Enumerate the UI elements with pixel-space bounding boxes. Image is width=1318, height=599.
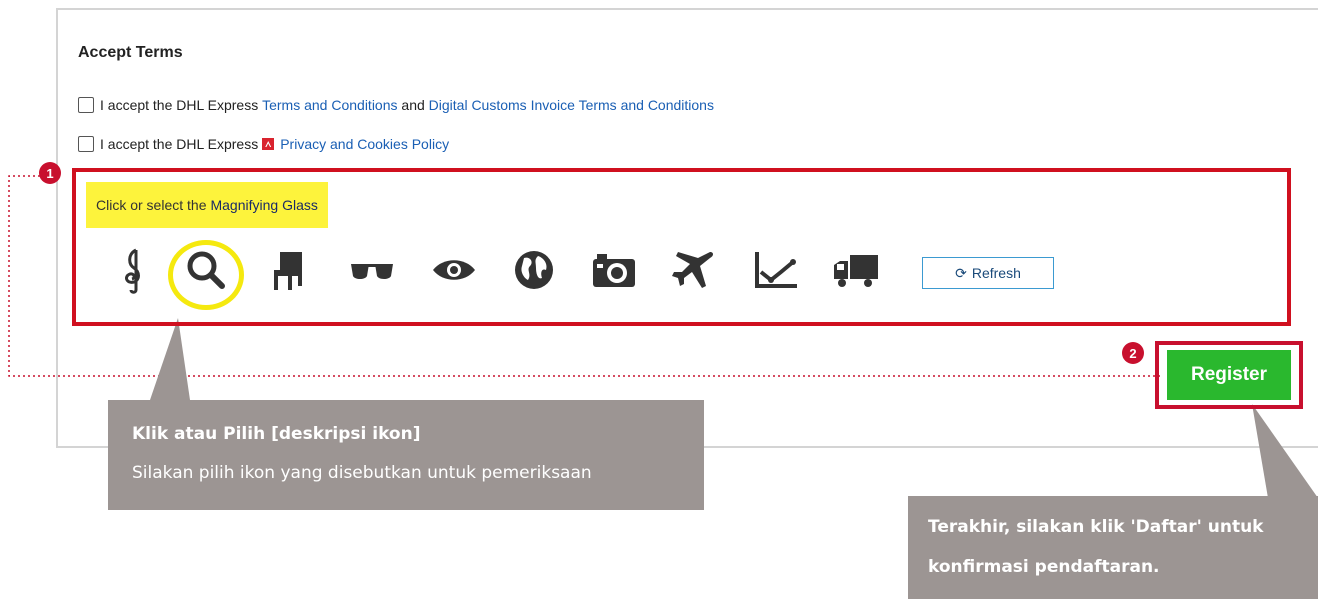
register-instruction-callout: Terakhir, silakan klik 'Daftar' untuk ko… [908,496,1318,599]
register-callout-line-2: konfirmasi pendaftaran. [928,557,1160,577]
captcha-prompt: Click or select the Magnifying Glass [86,182,328,228]
camera-icon[interactable] [590,246,638,294]
icon-instruction-callout: Klik atau Pilih [deskripsi ikon] Silakan… [108,400,704,510]
terms-row-1-middle: and [397,97,429,113]
magnifying-glass-icon[interactable] [182,246,230,294]
pdf-icon [262,138,275,150]
privacy-checkbox[interactable] [78,136,94,152]
airplane-icon[interactable] [670,246,718,294]
refresh-icon: ⟳ [955,264,967,281]
treble-clef-icon[interactable] [110,246,158,294]
step-badge-2: 2 [1122,342,1144,364]
refresh-label: Refresh [971,265,1021,281]
icon-callout-title: Klik atau Pilih [deskripsi ikon] [132,424,421,444]
terms-row-1: I accept the DHL Express Terms and Condi… [78,95,714,115]
sunglasses-icon[interactable] [348,246,396,294]
chair-icon[interactable] [264,246,312,294]
globe-icon[interactable] [510,246,558,294]
terms-checkbox[interactable] [78,97,94,113]
register-button[interactable]: Register [1167,350,1291,400]
refresh-button[interactable]: ⟳ Refresh [922,257,1054,289]
terms-row-1-prefix: I accept the DHL Express [100,97,263,113]
terms-and-conditions-link[interactable]: Terms and Conditions [262,97,397,113]
eye-icon[interactable] [430,246,478,294]
captcha-target-word: Magnifying Glass [210,197,318,213]
captcha-prompt-text: Click or select the [96,197,207,213]
step-badge-1: 1 [39,162,61,184]
register-callout-line-1: Terakhir, silakan klik 'Daftar' untuk [928,517,1264,537]
privacy-and-cookies-policy-link[interactable]: Privacy and Cookies Policy [280,136,449,152]
terms-row-2: I accept the DHL Express Privacy and Coo… [78,134,449,154]
icon-callout-body: Silakan pilih ikon yang disebutkan untuk… [132,463,592,483]
digital-customs-invoice-terms-link[interactable]: Digital Customs Invoice Terms and Condit… [429,97,714,113]
line-chart-icon[interactable] [752,246,800,294]
accept-terms-title: Accept Terms [78,44,183,61]
terms-row-2-prefix: I accept the DHL Express [100,136,259,152]
truck-icon[interactable] [832,246,880,294]
